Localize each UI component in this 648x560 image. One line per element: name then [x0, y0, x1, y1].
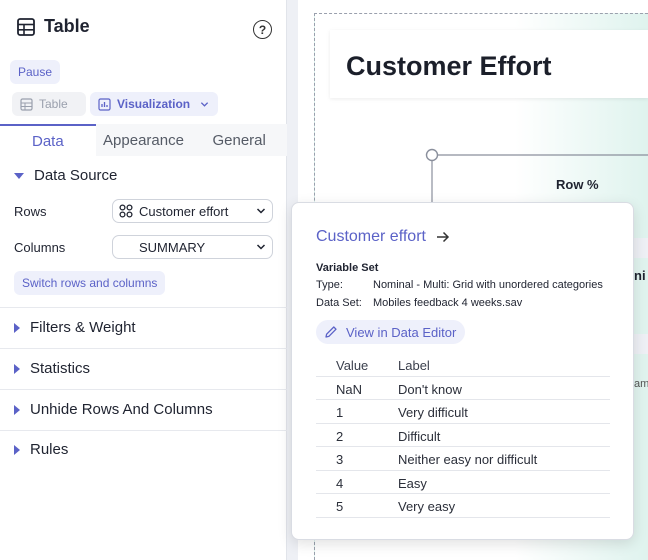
label-column-header: Label	[398, 358, 430, 373]
report-title: Customer Effort	[346, 51, 552, 81]
view-in-data-editor-label: View in Data Editor	[346, 324, 457, 340]
value-cell: NaN	[336, 381, 363, 397]
table-row: NaN Don't know	[316, 377, 610, 400]
divider	[0, 348, 287, 349]
chevron-down-icon	[256, 244, 266, 250]
dataset-row: Data Set: Mobiles feedback 4 weeks.sav	[316, 297, 522, 309]
rows-select[interactable]: Customer effort	[112, 199, 273, 223]
rows-value: Customer effort	[139, 203, 229, 219]
tab-data[interactable]: Data	[0, 124, 96, 156]
view-in-data-editor-button[interactable]: View in Data Editor	[316, 320, 466, 344]
pause-button[interactable]: Pause	[10, 60, 61, 84]
value-column-header: Value	[336, 358, 369, 373]
side-panel: Table ? Pause Table Visualization Data A…	[0, 0, 287, 560]
columns-value: SUMMARY	[139, 239, 206, 255]
variable-set-icon	[119, 204, 133, 218]
columns-label: Columns	[14, 240, 66, 255]
value-label-table: Value Label NaN Don't know 1 Very diffic…	[316, 353, 610, 518]
table-row: 1 Very difficult	[316, 400, 610, 424]
tab-appearance[interactable]: Appearance	[96, 124, 192, 156]
chevron-down-icon	[201, 101, 209, 107]
divider	[0, 430, 287, 431]
title-card[interactable]: Customer Effort	[330, 30, 648, 98]
pause-label: Pause	[18, 65, 53, 79]
section-filters-weight[interactable]: Filters & Weight	[14, 319, 136, 336]
dataset-value: Mobiles feedback 4 weeks.sav	[373, 297, 523, 309]
help-icon[interactable]: ?	[253, 20, 272, 39]
type-row: Type: Nominal - Multi: Grid with unorder…	[316, 279, 603, 291]
chart-icon	[98, 97, 111, 111]
value-cell: 1	[336, 405, 344, 420]
section-label: Unhide Rows And Columns	[30, 401, 213, 418]
view-visualization-label: Visualization	[117, 97, 191, 111]
variable-info-popup: Customer effort Variable Set Type: Nomin…	[291, 202, 634, 540]
table-row: 5 Very easy	[316, 494, 610, 518]
view-table-label: Table	[39, 97, 68, 111]
label-cell: Very difficult	[398, 405, 468, 420]
label-cell: Very easy	[398, 499, 456, 514]
pencil-icon	[325, 326, 337, 338]
table-row: 4 Easy	[316, 471, 610, 494]
switch-rows-columns-button[interactable]: Switch rows and columns	[14, 271, 166, 295]
expand-triangle-icon	[14, 322, 20, 333]
value-cell: 5	[336, 499, 344, 514]
divider	[0, 307, 287, 308]
view-visualization-button[interactable]: Visualization	[90, 92, 218, 116]
panel-header: Table	[16, 16, 90, 37]
section-label: Statistics	[30, 360, 91, 377]
table-cell-shade	[632, 238, 648, 258]
table-header-row: Value Label	[316, 353, 610, 377]
popup-title-link[interactable]: Customer effort	[316, 228, 450, 246]
expand-triangle-icon	[14, 363, 20, 374]
columns-select[interactable]: SUMMARY	[112, 235, 273, 259]
section-label: Filters & Weight	[30, 319, 136, 336]
table-small-icon	[20, 97, 33, 111]
value-cell: 2	[336, 428, 344, 444]
divider	[0, 389, 287, 390]
rows-label: Rows	[14, 204, 47, 219]
table-icon	[17, 17, 35, 36]
arrow-right-icon	[436, 231, 450, 243]
type-key: Type:	[316, 279, 343, 291]
collapse-triangle-icon	[14, 172, 24, 179]
data-source-heading: Data Source	[34, 167, 118, 184]
chevron-down-icon	[256, 208, 266, 214]
table-row: 3 Neither easy nor difficult	[316, 447, 610, 471]
resize-handle-icon[interactable]	[425, 148, 439, 162]
type-value: Nominal - Multi: Grid with unordered cat…	[373, 279, 603, 291]
section-rules[interactable]: Rules	[14, 441, 68, 458]
dataset-key: Data Set:	[316, 297, 362, 309]
table-footer-fragment: am	[634, 378, 648, 390]
tab-general[interactable]: General	[191, 124, 287, 156]
expand-triangle-icon	[14, 444, 20, 455]
variable-set-label: Variable Set	[316, 262, 379, 274]
data-source-header[interactable]: Data Source	[14, 167, 117, 184]
section-statistics[interactable]: Statistics	[14, 360, 90, 377]
value-cell: 4	[336, 475, 344, 491]
panel-tabs: Data Appearance General	[0, 124, 287, 156]
table-header-fragment: ni	[634, 268, 646, 283]
label-cell: Neither easy nor difficult	[398, 452, 538, 467]
value-cell: 3	[336, 452, 344, 467]
section-unhide-rows-columns[interactable]: Unhide Rows And Columns	[14, 401, 213, 418]
label-cell: Difficult	[398, 428, 441, 444]
label-cell: Don't know	[398, 381, 462, 397]
section-label: Rules	[30, 441, 69, 458]
popup-title: Customer effort	[316, 228, 426, 245]
view-table-button[interactable]: Table	[12, 92, 86, 116]
row-percent-header: Row %	[556, 177, 599, 192]
switch-label: Switch rows and columns	[22, 276, 158, 290]
label-cell: Easy	[398, 475, 427, 491]
table-cell-shade	[632, 334, 648, 354]
expand-triangle-icon	[14, 404, 20, 415]
panel-title: Table	[44, 16, 90, 36]
table-row: 2 Difficult	[316, 424, 610, 447]
